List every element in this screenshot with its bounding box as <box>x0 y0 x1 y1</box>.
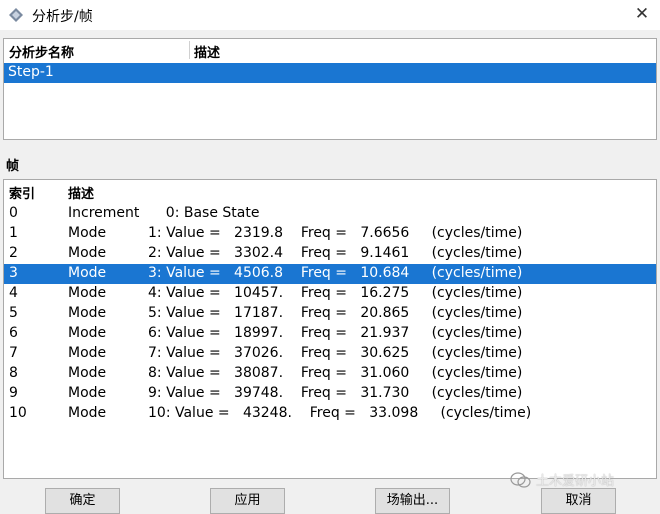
frames-section-label: 帧 <box>6 159 20 174</box>
frame-row[interactable]: 6 Mode 6: Value = 18997. Freq = 21.937 (cy… <box>4 324 656 344</box>
frame-type: Mode <box>68 305 107 321</box>
steps-table-header: 分析步名称 描述 <box>4 39 656 61</box>
close-icon: ✕ <box>634 4 650 24</box>
column-header-description[interactable]: 描述 <box>68 183 94 202</box>
frame-index: 6 <box>9 325 18 341</box>
frame-description: 9: Value = 39748. Freq = 31.730 (cycles/… <box>148 385 523 401</box>
frame-type: Mode <box>68 265 107 281</box>
frame-index: 4 <box>9 285 18 301</box>
frame-description: 7: Value = 37026. Freq = 30.625 (cycles/… <box>148 345 523 361</box>
ok-button[interactable]: 确定 <box>45 488 120 514</box>
watermark-text: 土木爱研小站 <box>536 474 615 489</box>
frame-description: 8: Value = 38087. Freq = 31.060 (cycles/… <box>148 365 523 381</box>
frame-type: Mode <box>68 405 107 421</box>
frame-index: 3 <box>9 265 18 281</box>
frame-type: Increment <box>68 205 140 221</box>
frame-type: Mode <box>68 325 107 341</box>
frame-index: 1 <box>9 225 18 241</box>
frame-row[interactable]: 10 Mode 10: Value = 43248. Freq = 33.098 (… <box>4 404 656 424</box>
step-name: Step-1 <box>8 64 54 80</box>
frame-type: Mode <box>68 285 107 301</box>
frame-index: 9 <box>9 385 18 401</box>
frame-row[interactable]: 4 Mode 4: Value = 10457. Freq = 16.275 (cy… <box>4 284 656 304</box>
frame-row[interactable]: 5 Mode 5: Value = 17187. Freq = 20.865 (cy… <box>4 304 656 324</box>
frame-description: 0: Base State <box>148 205 260 221</box>
frame-row[interactable]: 1 Mode 1: Value = 2319.8 Freq = 7.6656 (cy… <box>4 224 656 244</box>
column-header-description[interactable]: 描述 <box>194 42 220 61</box>
frame-index: 0 <box>9 205 18 221</box>
step-row-selected[interactable]: Step-1 <box>4 63 656 83</box>
frame-index: 10 <box>9 405 27 421</box>
window-title: 分析步/帧 <box>32 9 93 25</box>
column-divider[interactable] <box>189 41 190 59</box>
frame-row[interactable]: 3 Mode 3: Value = 4506.8 Freq = 10.684 (cy… <box>4 264 656 284</box>
frame-description: 5: Value = 17187. Freq = 20.865 (cycles/… <box>148 305 523 321</box>
frames-table[interactable]: 索引 描述 0 Increment 0: Base State 1 Mode 1: Va… <box>3 179 657 479</box>
frame-description: 10: Value = 43248. Freq = 33.098 (cycles… <box>148 405 532 421</box>
title-bar: 分析步/帧 ✕ <box>0 0 660 30</box>
frame-description: 6: Value = 18997. Freq = 21.937 (cycles/… <box>148 325 523 341</box>
frame-row[interactable]: 7 Mode 7: Value = 37026. Freq = 30.625 (cy… <box>4 344 656 364</box>
cancel-button[interactable]: 取消 <box>541 488 616 514</box>
steps-table[interactable]: 分析步名称 描述 Step-1 <box>3 38 657 140</box>
frame-index: 8 <box>9 365 18 381</box>
frame-row[interactable]: 2 Mode 2: Value = 3302.4 Freq = 9.1461 (cy… <box>4 244 656 264</box>
frame-row[interactable]: 0 Increment 0: Base State <box>4 204 656 224</box>
frame-index: 5 <box>9 305 18 321</box>
frame-row[interactable]: 8 Mode 8: Value = 38087. Freq = 31.060 (cy… <box>4 364 656 384</box>
frame-type: Mode <box>68 245 107 261</box>
wechat-icon <box>510 472 531 488</box>
frame-description: 2: Value = 3302.4 Freq = 9.1461 (cycles/… <box>148 245 523 261</box>
field-output-button[interactable]: 场输出... <box>375 488 450 514</box>
column-header-step-name[interactable]: 分析步名称 <box>9 42 74 61</box>
frame-type: Mode <box>68 385 107 401</box>
frame-description: 3: Value = 4506.8 Freq = 10.684 (cycles/… <box>148 265 523 281</box>
frame-row[interactable]: 9 Mode 9: Value = 39748. Freq = 31.730 (cy… <box>4 384 656 404</box>
close-button[interactable]: ✕ <box>624 0 660 30</box>
frame-type: Mode <box>68 225 107 241</box>
frame-type: Mode <box>68 345 107 361</box>
app-icon <box>9 8 23 22</box>
frame-index: 7 <box>9 345 18 361</box>
frames-table-header: 索引 描述 <box>4 180 656 202</box>
frame-index: 2 <box>9 245 18 261</box>
frame-type: Mode <box>68 365 107 381</box>
frame-description: 4: Value = 10457. Freq = 16.275 (cycles/… <box>148 285 523 301</box>
frame-description: 1: Value = 2319.8 Freq = 7.6656 (cycles/… <box>148 225 523 241</box>
column-header-index[interactable]: 索引 <box>9 183 35 202</box>
apply-button[interactable]: 应用 <box>210 488 285 514</box>
